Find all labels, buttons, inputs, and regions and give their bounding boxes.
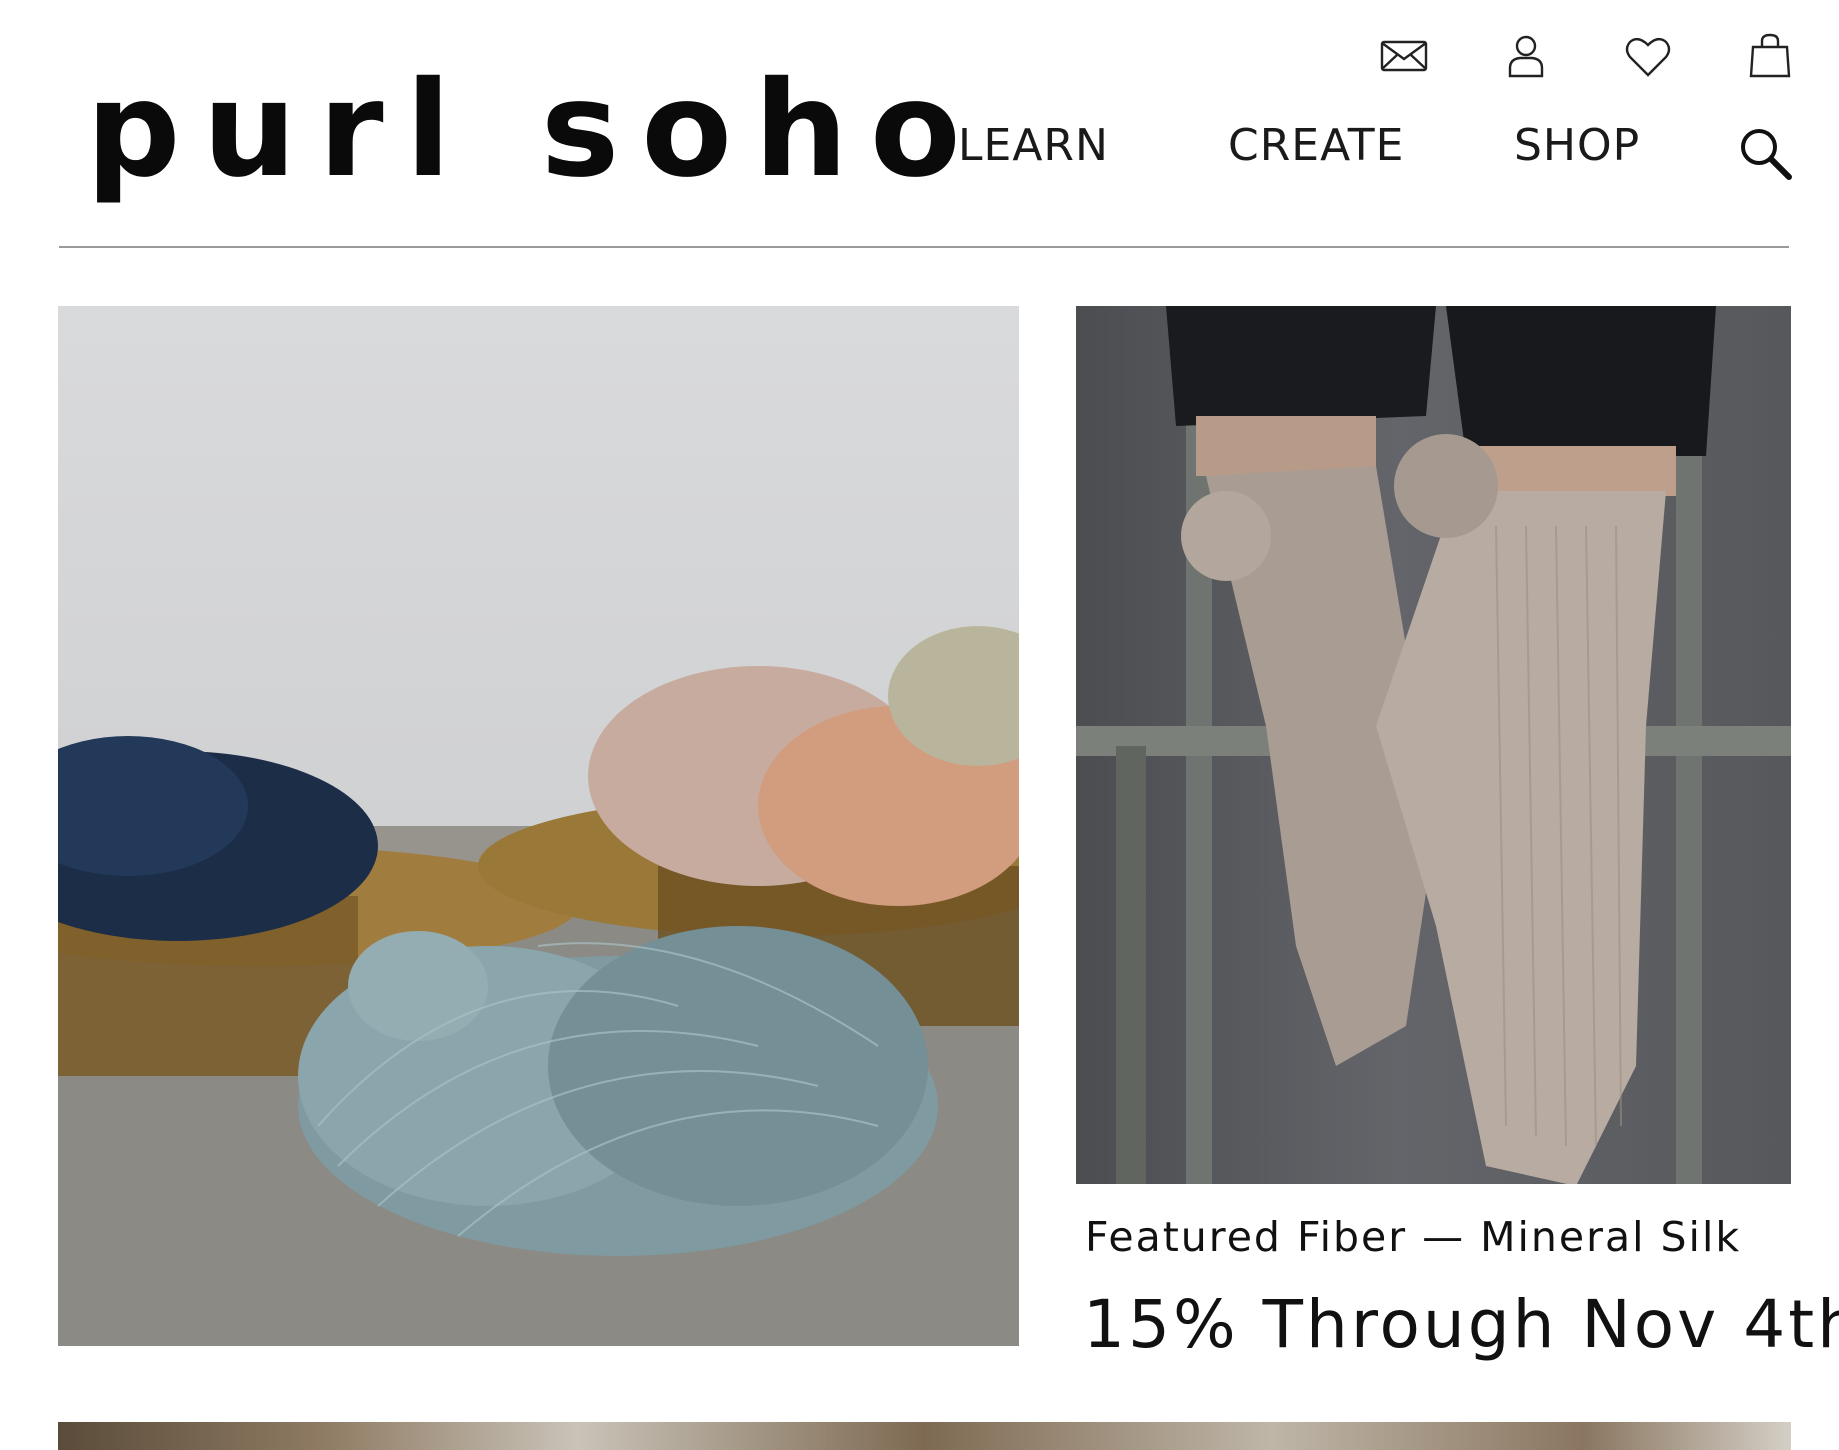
hero-socks-image[interactable] — [1076, 306, 1791, 1184]
socks-photo — [1076, 306, 1791, 1184]
feature-headline[interactable]: 15% Through Nov 4th — [1083, 1292, 1839, 1358]
yarn-photo — [58, 626, 1019, 1346]
search-icon[interactable] — [1735, 123, 1795, 183]
bag-icon[interactable] — [1742, 28, 1798, 84]
nav-create[interactable]: CREATE — [1228, 124, 1404, 168]
site-header: purl soho LEARN CREATE SHOP — [0, 0, 1839, 248]
heart-icon[interactable] — [1620, 28, 1676, 84]
next-banner-image[interactable] — [58, 1422, 1791, 1450]
feature-kicker[interactable]: Featured Fiber — Mineral Silk — [1085, 1217, 1741, 1258]
nav-shop[interactable]: SHOP — [1514, 124, 1640, 168]
header-divider — [59, 246, 1789, 248]
nav-learn[interactable]: LEARN — [958, 124, 1109, 168]
account-icon[interactable] — [1498, 28, 1554, 84]
utility-icons — [0, 28, 1839, 88]
mail-icon[interactable] — [1376, 28, 1432, 84]
hero-yarn-image[interactable] — [58, 306, 1019, 1346]
